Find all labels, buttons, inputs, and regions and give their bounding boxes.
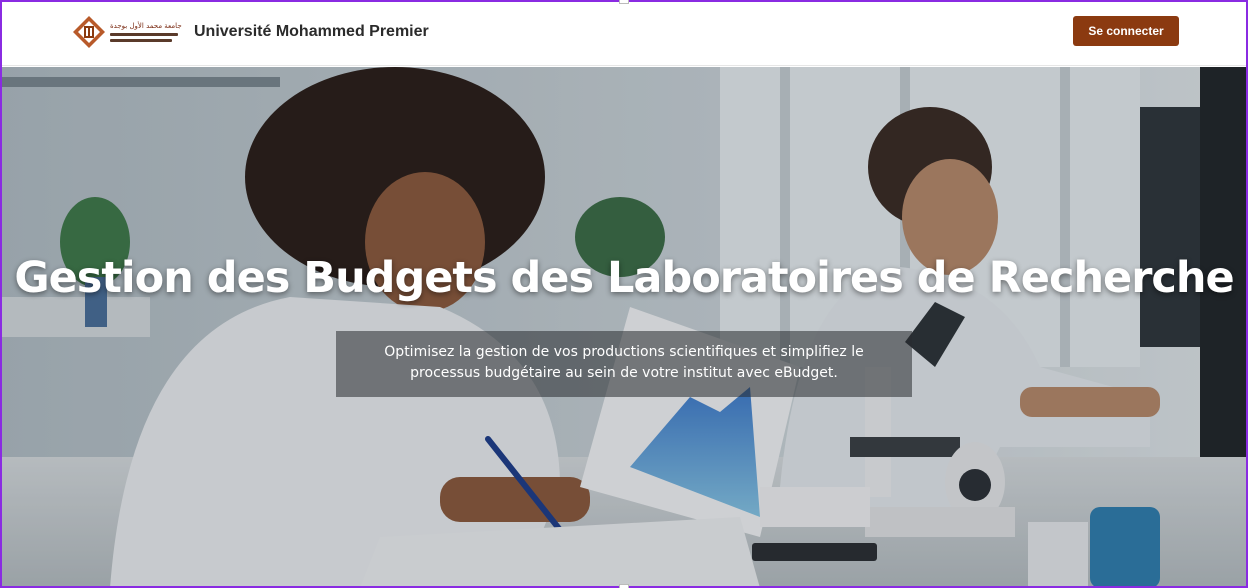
resize-handle-bottom[interactable] [619,584,629,588]
resize-handle-top[interactable] [619,0,629,4]
university-logo-emblem [73,16,105,48]
hero-subtitle: Optimisez la gestion de vos productions … [336,331,912,397]
hero-title: Gestion des Budgets des Laboratoires de … [14,253,1234,303]
login-button[interactable]: Se connecter [1073,16,1179,46]
hero-section: Gestion des Budgets des Laboratoires de … [0,67,1248,588]
brand-name[interactable]: Université Mohammed Premier [194,23,429,41]
logo-text-line [110,33,178,36]
top-navbar: جامعة محمد الأول بوجدة Université Mohamm… [0,0,1248,66]
university-logo: جامعة محمد الأول بوجدة [72,12,184,52]
logo-text-line [110,39,172,42]
logo-arabic-text: جامعة محمد الأول بوجدة [110,22,182,30]
brand[interactable]: جامعة محمد الأول بوجدة Université Mohamm… [72,12,429,52]
hero-overlay [0,67,1248,588]
